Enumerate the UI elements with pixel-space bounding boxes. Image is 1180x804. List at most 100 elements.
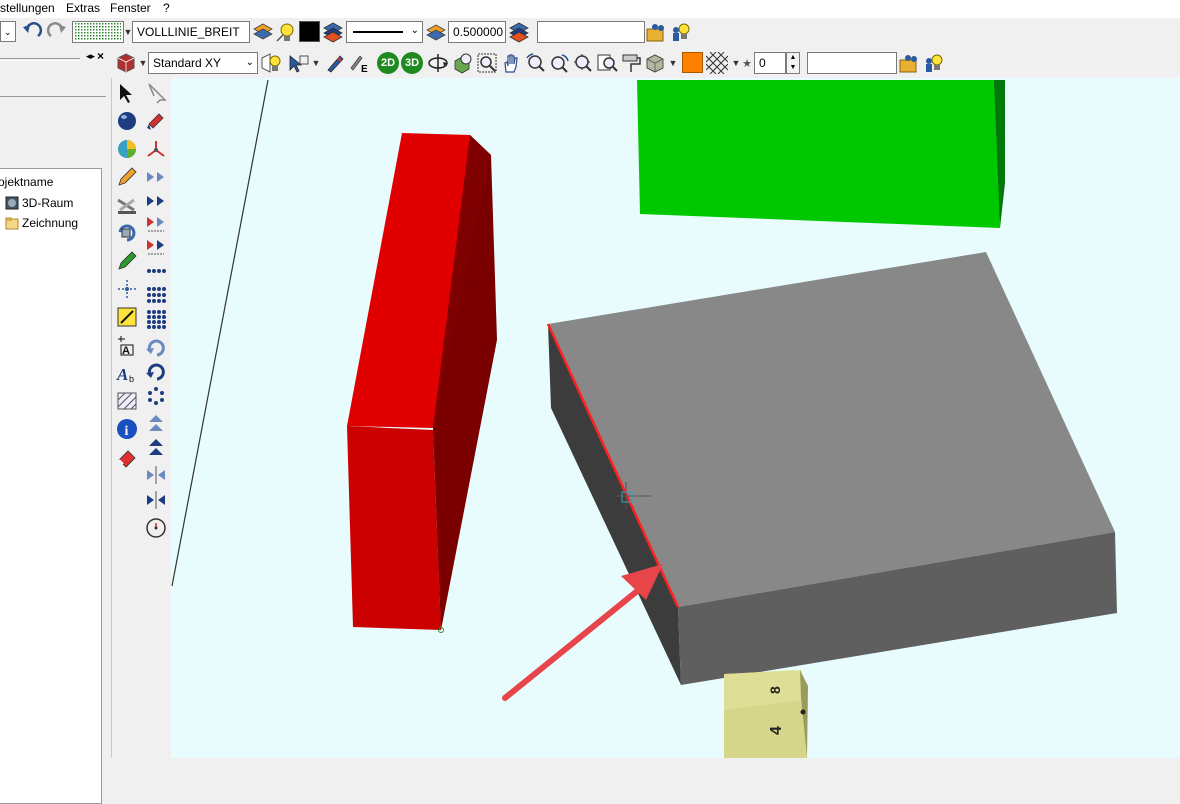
hatch-pattern-icon[interactable]: [706, 52, 728, 74]
shading-dropdown-arrow[interactable]: ▼: [666, 54, 680, 72]
tree-item-3d-raum[interactable]: 3D-Raum: [5, 194, 73, 212]
tree-item-zeichnung[interactable]: Zeichnung: [5, 214, 78, 232]
magnet-icon[interactable]: [144, 109, 168, 133]
mode-2d-button[interactable]: 2D: [377, 52, 399, 74]
green-block: [637, 80, 1005, 228]
tree-header[interactable]: ojektname: [0, 173, 53, 191]
layer-linestyle-icon[interactable]: [425, 21, 447, 43]
layer-spinner-arrows[interactable]: ▲ ▼: [786, 52, 800, 74]
info-icon[interactable]: i: [115, 417, 139, 441]
stretch-light-icon[interactable]: [144, 463, 168, 487]
mode-3d-button[interactable]: 3D: [401, 52, 423, 74]
cube-label-4: 4: [768, 726, 785, 735]
layer-linewidth-icon[interactable]: [508, 21, 530, 43]
menu-fenster[interactable]: Fenster: [110, 1, 151, 16]
svg-text:b: b: [129, 374, 134, 384]
copy-red-icon[interactable]: [144, 235, 168, 259]
rotate-light-icon[interactable]: [144, 336, 168, 360]
zoom-window-icon[interactable]: [476, 52, 498, 74]
cursor-snap-icon[interactable]: [288, 52, 310, 74]
array-grid-dense-icon[interactable]: [144, 307, 168, 331]
sphere-icon[interactable]: [115, 109, 139, 133]
view-plane-dropdown[interactable]: Standard XY ⌄: [148, 52, 258, 74]
redo-button[interactable]: [46, 21, 68, 43]
users-folder-icon[interactable]: [646, 21, 668, 43]
text-attribute-icon[interactable]: A: [115, 333, 139, 357]
menu-extras[interactable]: Extras: [66, 1, 100, 16]
layer-spinner-field[interactable]: 0: [754, 52, 786, 74]
line-color-swatch[interactable]: [299, 21, 320, 42]
hatch-icon[interactable]: [115, 389, 139, 413]
fill-color-swatch[interactable]: [682, 52, 703, 73]
stretch-dark-icon[interactable]: [144, 488, 168, 512]
toolbar-properties: ⌄ ▼ VOLLLINIE_BREIT ⌄ 0.500000: [0, 18, 1180, 46]
zoom-rotate-icon[interactable]: [524, 52, 546, 74]
dimension-icon[interactable]: [115, 305, 139, 329]
panel-close-icon[interactable]: ×: [97, 49, 104, 63]
rotate-dark-icon[interactable]: [144, 360, 168, 384]
tools-icon[interactable]: [115, 193, 139, 217]
view-plane-value: Standard XY: [153, 56, 222, 70]
undo-button[interactable]: [21, 21, 43, 43]
mirror-up-dark-icon[interactable]: [144, 435, 168, 459]
array-row-icon[interactable]: [144, 259, 168, 283]
panel-pin-icon[interactable]: ◂▸: [86, 51, 95, 62]
green-pencil-icon[interactable]: [115, 249, 139, 273]
eraser-icon[interactable]: [115, 445, 139, 469]
array-grid-icon[interactable]: [144, 283, 168, 307]
linestyle-dropdown[interactable]: ⌄: [346, 21, 423, 43]
zoom-cube-icon[interactable]: [452, 52, 474, 74]
svg-text:A: A: [122, 345, 130, 356]
svg-text:E: E: [361, 64, 368, 74]
paint-roller-icon[interactable]: [620, 52, 642, 74]
layer-color-icon[interactable]: [322, 21, 344, 43]
circle-center-icon[interactable]: [144, 516, 168, 540]
edit-e-icon[interactable]: E: [348, 52, 370, 74]
snap-dropdown-arrow[interactable]: ▼: [309, 54, 323, 72]
cube-label-8: 8: [767, 686, 783, 694]
object-panel: ◂▸ × ojektname 3D-Raum Zeichnung: [0, 48, 111, 804]
view-cube-icon[interactable]: [114, 52, 136, 74]
pattern-selector[interactable]: [72, 21, 124, 43]
text-style-icon[interactable]: Ab: [115, 361, 139, 385]
orbit-icon[interactable]: [427, 52, 449, 74]
text-input-2[interactable]: [807, 52, 897, 74]
select-outline-arrow-icon[interactable]: [144, 81, 168, 105]
view-light-icon[interactable]: [260, 52, 282, 74]
crosshair-icon[interactable]: [115, 277, 139, 301]
zoom-refresh-icon[interactable]: [548, 52, 570, 74]
select-arrow-icon[interactable]: [115, 81, 139, 105]
users-lightbulb-icon[interactable]: [670, 21, 692, 43]
zoom-all-icon[interactable]: [572, 52, 594, 74]
layer-dropdown[interactable]: ⌄: [0, 21, 16, 42]
3d-space-icon: [5, 196, 19, 210]
mirror-up-light-icon[interactable]: [144, 411, 168, 435]
rotate-copy-icon[interactable]: [115, 221, 139, 245]
menu-help[interactable]: ?: [163, 1, 170, 16]
pen-measure-icon[interactable]: [324, 52, 346, 74]
lightbulb-icon[interactable]: [275, 21, 297, 43]
triangle-arrows-icon[interactable]: [144, 137, 168, 161]
linewidth-field[interactable]: 0.500000: [448, 21, 506, 43]
shading-cube-icon[interactable]: [644, 52, 666, 74]
linetype-field[interactable]: VOLLLINIE_BREIT: [132, 21, 250, 43]
move-arrows-dark-icon[interactable]: [144, 189, 168, 213]
pan-hand-icon[interactable]: [500, 52, 522, 74]
scene-canvas: 8 4: [171, 79, 1117, 758]
panel-grip[interactable]: [0, 58, 80, 61]
layer-stack-icon[interactable]: [252, 21, 274, 43]
text-input-1[interactable]: [537, 21, 645, 43]
dice-cube: [724, 670, 808, 758]
color-wheel-icon[interactable]: [115, 137, 139, 161]
menu-einstellungen[interactable]: stellungen: [0, 1, 55, 16]
users-lightbulb-icon-2[interactable]: [923, 52, 945, 74]
move-arrows-light-icon[interactable]: [144, 165, 168, 189]
zoom-page-icon[interactable]: [596, 52, 618, 74]
users-folder-icon-2[interactable]: [899, 52, 921, 74]
pencil-icon[interactable]: [115, 165, 139, 189]
tree-item-label: 3D-Raum: [22, 196, 74, 210]
move-red-icon[interactable]: [144, 212, 168, 236]
svg-text:A: A: [116, 365, 128, 384]
3d-viewport[interactable]: 8 4: [171, 78, 1180, 758]
polar-array-icon[interactable]: [144, 384, 168, 408]
